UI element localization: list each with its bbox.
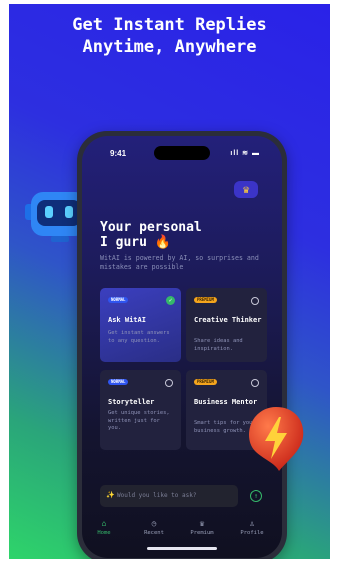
lightning-bolt-icon — [249, 407, 304, 471]
nav-item-recent[interactable]: ◷ Recent — [134, 519, 174, 537]
radio-button[interactable] — [251, 297, 259, 305]
card-title: Ask WitAI — [108, 316, 146, 324]
card-title: Creative Thinker — [194, 316, 262, 324]
status-icons: ıll ≋ ▬ — [230, 150, 260, 157]
sparkle-icon: ✨ — [106, 491, 115, 499]
crown-icon: ♛ — [242, 183, 250, 196]
screenshot: Get Instant Replies Anytime, Anywhere 9:… — [0, 0, 338, 563]
home-icon: ⌂ — [101, 519, 107, 528]
card-title: Storyteller — [108, 398, 155, 406]
nav-label: Premium — [190, 530, 214, 536]
selected-check-icon: ✓ — [166, 296, 175, 305]
headline-line-2: Anytime, Anywhere — [82, 37, 257, 57]
radio-button[interactable] — [251, 379, 259, 387]
app-screen: 9:41 ıll ≋ ▬ ♛ Your personal I guru 🔥 Wi… — [82, 136, 282, 558]
clock-icon: ◷ — [151, 519, 157, 528]
nav-item-premium[interactable]: ♛ Premium — [182, 519, 222, 537]
headline: Get Instant Replies Anytime, Anywhere — [9, 14, 330, 58]
ask-placeholder: Would you like to ask? — [117, 492, 197, 499]
nav-label: Profile — [240, 530, 264, 536]
card-description: Share ideas and inspiration. — [194, 338, 243, 352]
tier-badge: NORMAL — [108, 297, 129, 303]
status-time: 9:41 — [110, 149, 127, 158]
bottom-nav: ⌂ Home ◷ Recent ♛ Premium ♙ Profile — [82, 516, 282, 544]
crown-icon: ♛ — [199, 519, 205, 528]
dynamic-island — [154, 146, 210, 160]
premium-crown-button[interactable]: ♛ — [234, 181, 258, 198]
headline-line-1: Get Instant Replies — [72, 15, 267, 35]
card-description: Get instant answers to any question. — [108, 330, 170, 344]
page-title: Your personal — [100, 220, 202, 235]
home-indicator — [147, 547, 217, 550]
nav-item-home[interactable]: ⌂ Home — [84, 519, 124, 537]
tier-badge: PREMIUM — [194, 297, 217, 303]
assistant-card-creative-thinker[interactable]: PREMIUM Creative Thinker Share ideas and… — [186, 288, 267, 362]
nav-item-profile[interactable]: ♙ Profile — [232, 519, 272, 537]
page-subtitle: WitAI is powered by AI, so surprises and… — [100, 254, 259, 271]
page-title-line-2: I guru 🔥 — [100, 235, 171, 250]
promo-banner: Get Instant Replies Anytime, Anywhere 9:… — [9, 4, 330, 559]
card-description: Get unique stories, written just for you… — [108, 410, 170, 431]
tier-badge: NORMAL — [108, 379, 129, 385]
assistant-card-storyteller[interactable]: NORMAL Storyteller Get unique stories, w… — [100, 370, 181, 450]
arrow-up-icon: ↑ — [253, 492, 259, 500]
radio-button[interactable] — [165, 379, 173, 387]
user-icon: ♙ — [249, 519, 255, 528]
nav-label: Home — [97, 530, 111, 536]
send-button[interactable]: ↑ — [250, 490, 262, 502]
status-bar: 9:41 ıll ≋ ▬ — [82, 146, 282, 160]
phone-mockup: 9:41 ıll ≋ ▬ ♛ Your personal I guru 🔥 Wi… — [77, 131, 287, 559]
ask-input[interactable]: ✨ Would you like to ask? — [100, 485, 238, 507]
assistant-card-ask-witai[interactable]: NORMAL ✓ Ask WitAI Get instant answers t… — [100, 288, 181, 362]
nav-label: Recent — [144, 530, 164, 536]
tier-badge: PREMIUM — [194, 379, 217, 385]
